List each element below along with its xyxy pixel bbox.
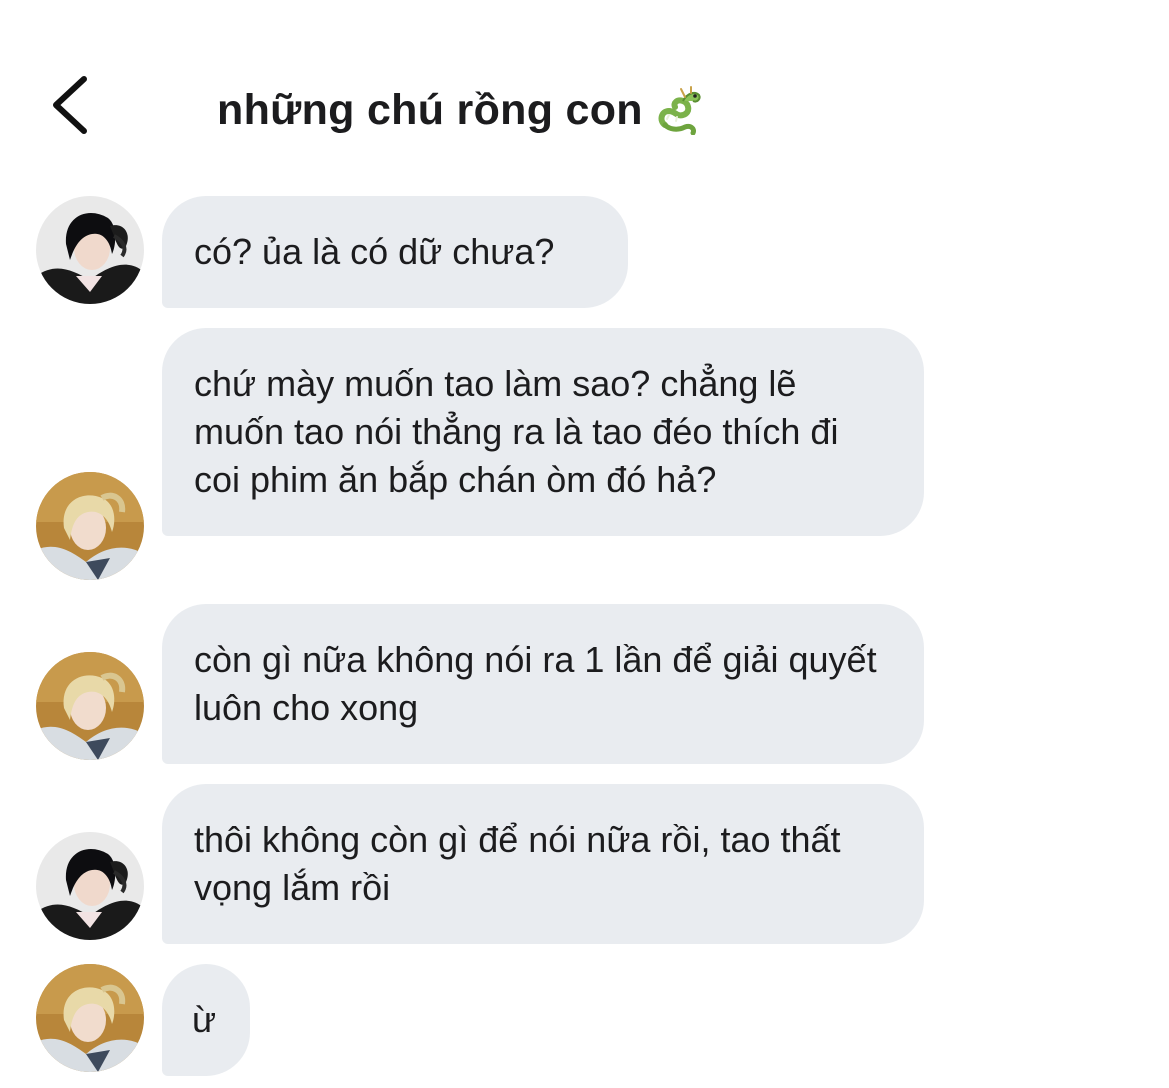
avatar-blonde-hair-icon (36, 964, 144, 1072)
avatar-dark-hair-icon (36, 196, 144, 304)
dragon-emoji-icon (655, 85, 705, 136)
chat-header: những chú rồng con (0, 0, 1169, 180)
avatar[interactable] (36, 472, 144, 580)
avatar[interactable] (36, 832, 144, 940)
avatar-blonde-hair-icon (36, 652, 144, 760)
message-bubble[interactable]: còn gì nữa không nói ra 1 lần để giải qu… (162, 604, 924, 764)
message-text: có? ủa là có dữ chưa? (194, 231, 555, 272)
message-bubble[interactable]: thôi không còn gì để nói nữa rồi, tao th… (162, 784, 924, 944)
chat-screen: những chú rồng con có? ủa là có dữ chưa?… (0, 0, 1169, 1088)
message-text: chứ mày muốn tao làm sao? chẳng lẽ muốn … (194, 363, 839, 500)
message-bubble[interactable]: có? ủa là có dữ chưa? (162, 196, 628, 308)
back-button[interactable] (38, 70, 98, 140)
message-bubble[interactable]: chứ mày muốn tao làm sao? chẳng lẽ muốn … (162, 328, 924, 536)
chat-title-wrap[interactable]: những chú rồng con (217, 80, 705, 140)
chevron-left-icon (53, 76, 87, 134)
avatar-blonde-hair-icon (36, 472, 144, 580)
avatar[interactable] (36, 196, 144, 304)
message-text: ừ (192, 999, 217, 1040)
message-text: thôi không còn gì để nói nữa rồi, tao th… (194, 819, 841, 908)
message-text: còn gì nữa không nói ra 1 lần để giải qu… (194, 639, 877, 728)
message-bubble[interactable]: ừ (162, 964, 250, 1076)
avatar-dark-hair-icon (36, 832, 144, 940)
avatar[interactable] (36, 964, 144, 1072)
avatar[interactable] (36, 652, 144, 760)
chat-title: những chú rồng con (217, 85, 643, 134)
